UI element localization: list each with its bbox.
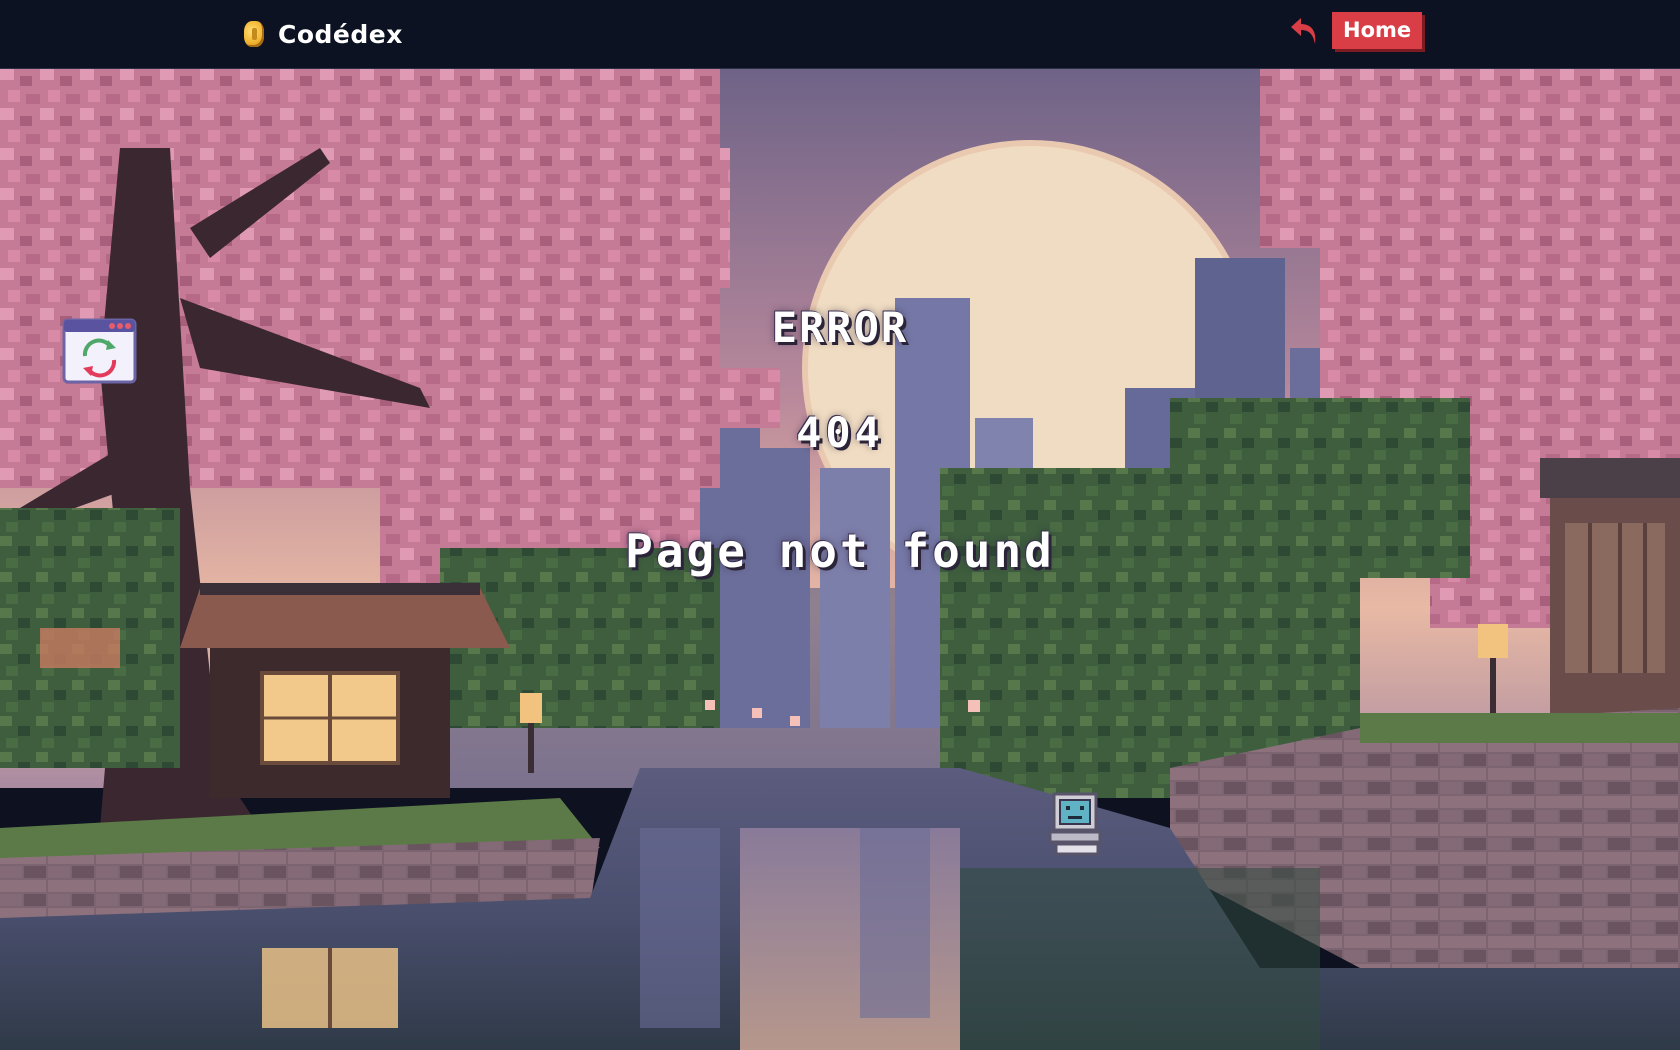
top-nav: Codédex Home <box>0 0 1680 69</box>
brand-name: Codédex <box>278 19 403 49</box>
error-code: 404 <box>796 408 884 457</box>
home-nav: Home <box>1288 12 1423 49</box>
coin-icon <box>244 21 264 47</box>
home-button[interactable]: Home <box>1332 12 1423 49</box>
brand[interactable]: Codédex <box>244 14 403 54</box>
undo-arrow-icon[interactable] <box>1288 14 1320 48</box>
browser-refresh-icon[interactable] <box>62 318 137 384</box>
error-message: Page not found <box>625 524 1055 578</box>
error-title: ERROR <box>771 303 909 352</box>
retro-computer-icon <box>1048 792 1102 856</box>
